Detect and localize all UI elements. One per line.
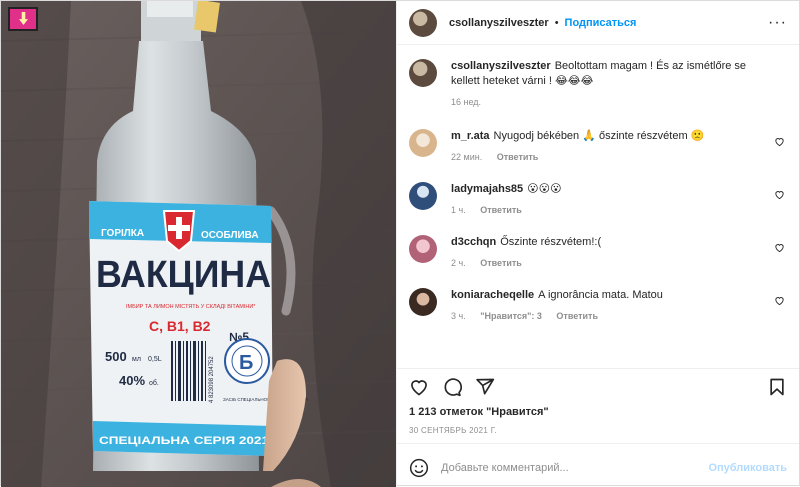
comment-time[interactable]: 22 мин. <box>451 152 482 162</box>
post-sidebar: csollanyszilveszter • Подписаться ··· cs… <box>396 1 799 487</box>
comment-time[interactable]: 2 ч. <box>451 258 466 268</box>
share-paper-plane-icon[interactable] <box>475 377 495 397</box>
owner-avatar[interactable] <box>409 8 438 37</box>
commenter-avatar[interactable] <box>409 182 438 210</box>
action-bar <box>397 368 799 404</box>
likes-count[interactable]: 1 213 отметок "Нравится" <box>397 404 799 422</box>
like-heart-icon[interactable] <box>409 377 429 397</box>
comment-like-heart-icon[interactable] <box>774 295 785 306</box>
label-series: СПЕЦІАЛЬНА СЕРІЯ 2021 <box>99 435 269 447</box>
label-vitamins: C, B1, B2 <box>149 318 211 334</box>
reply-button[interactable]: Ответить <box>480 258 522 268</box>
comment-username[interactable]: ladymajahs85 <box>451 183 523 195</box>
label-volume: 500 <box>105 349 127 364</box>
comments-list[interactable]: csollanyszilveszter Beoltottam magam ! És… <box>397 45 799 368</box>
label-brand-right: ОСОБЛИВА <box>201 230 259 241</box>
post-header: csollanyszilveszter • Подписаться ··· <box>397 1 799 45</box>
comment-username[interactable]: d3cchqn <box>451 236 496 248</box>
commenter-avatar[interactable] <box>409 235 438 263</box>
commenter-avatar[interactable] <box>409 288 438 316</box>
save-bookmark-icon[interactable] <box>767 377 787 397</box>
label-strength: 40% <box>119 373 145 388</box>
reply-button[interactable]: Ответить <box>480 205 522 215</box>
post-modal: ГОРІЛКА ОСОБЛИВА ВАКЦИНА ІМБИР ТА ЛИМОН … <box>0 0 800 487</box>
comment-time[interactable]: 3 ч. <box>451 311 466 321</box>
header-separator: • <box>554 16 559 29</box>
label-volume-unit: мл <box>132 356 141 363</box>
label-badge-letter: Б <box>239 352 253 374</box>
add-comment-bar: Опубликовать <box>397 448 799 487</box>
caption-avatar[interactable] <box>409 59 438 87</box>
comment-username[interactable]: m_r.ata <box>451 130 490 142</box>
comment-row: ladymajahs85 😮😮😮 1 ч. Ответить <box>409 182 787 215</box>
comment-like-heart-icon[interactable] <box>774 136 785 147</box>
comment-like-heart-icon[interactable] <box>774 189 785 200</box>
post-comment-button[interactable]: Опубликовать <box>708 462 787 474</box>
comment-likes-count[interactable]: "Нравится": 3 <box>480 311 542 321</box>
comment-time[interactable]: 1 ч. <box>451 205 466 215</box>
comment-text: Őszinte részvétem!:( <box>500 236 602 248</box>
comment-bubble-icon[interactable] <box>442 377 462 397</box>
post-date[interactable]: 30 СЕНТЯБРЬ 2021 Г. <box>397 422 799 444</box>
comment-text: 😮😮😮 <box>527 183 562 195</box>
label-brand-left: ГОРІЛКА <box>101 228 144 239</box>
comment-text: A ignorância mata. Matou <box>538 289 663 301</box>
comment-input[interactable] <box>441 461 709 474</box>
label-subtitle: ІМБИР ТА ЛИМОН МІСТЯТЬ У СКЛАДІ ВІТАМІНИ… <box>126 304 256 310</box>
comment-like-heart-icon[interactable] <box>774 242 785 253</box>
corner-download-icon[interactable] <box>8 7 38 31</box>
reply-button[interactable]: Ответить <box>556 311 598 321</box>
label-volume-alt: 0,5L <box>148 356 162 363</box>
comment-text: Nyugodj békében 🙏 őszinte részvétem 🙁 <box>493 130 705 142</box>
commenter-avatar[interactable] <box>409 129 438 157</box>
vodka-bottle-image: ГОРІЛКА ОСОБЛИВА ВАКЦИНА ІМБИР ТА ЛИМОН … <box>1 1 397 487</box>
comment-row: koniaracheqelle A ignorância mata. Matou … <box>409 288 787 321</box>
label-strength-unit: об. <box>149 379 159 387</box>
comment-row: d3cchqn Őszinte részvétem!:( 2 ч. Ответит… <box>409 235 787 268</box>
caption-time[interactable]: 16 нед. <box>451 97 481 107</box>
owner-username[interactable]: csollanyszilveszter <box>449 17 549 29</box>
comment-row: m_r.ata Nyugodj békében 🙏 őszinte részvét… <box>409 129 787 162</box>
more-options-icon[interactable]: ··· <box>768 14 787 32</box>
caption-username[interactable]: csollanyszilveszter <box>451 60 551 72</box>
follow-button[interactable]: Подписаться <box>565 17 637 29</box>
label-barcode: 4 823098 204752 <box>209 356 215 403</box>
comment-username[interactable]: koniaracheqelle <box>451 289 534 301</box>
reply-button[interactable]: Ответить <box>497 152 539 162</box>
label-title: ВАКЦИНА <box>96 254 271 296</box>
post-photo[interactable]: ГОРІЛКА ОСОБЛИВА ВАКЦИНА ІМБИР ТА ЛИМОН … <box>1 1 397 487</box>
caption-row: csollanyszilveszter Beoltottam magam ! És… <box>409 59 787 107</box>
emoji-smiley-icon[interactable] <box>409 458 429 478</box>
